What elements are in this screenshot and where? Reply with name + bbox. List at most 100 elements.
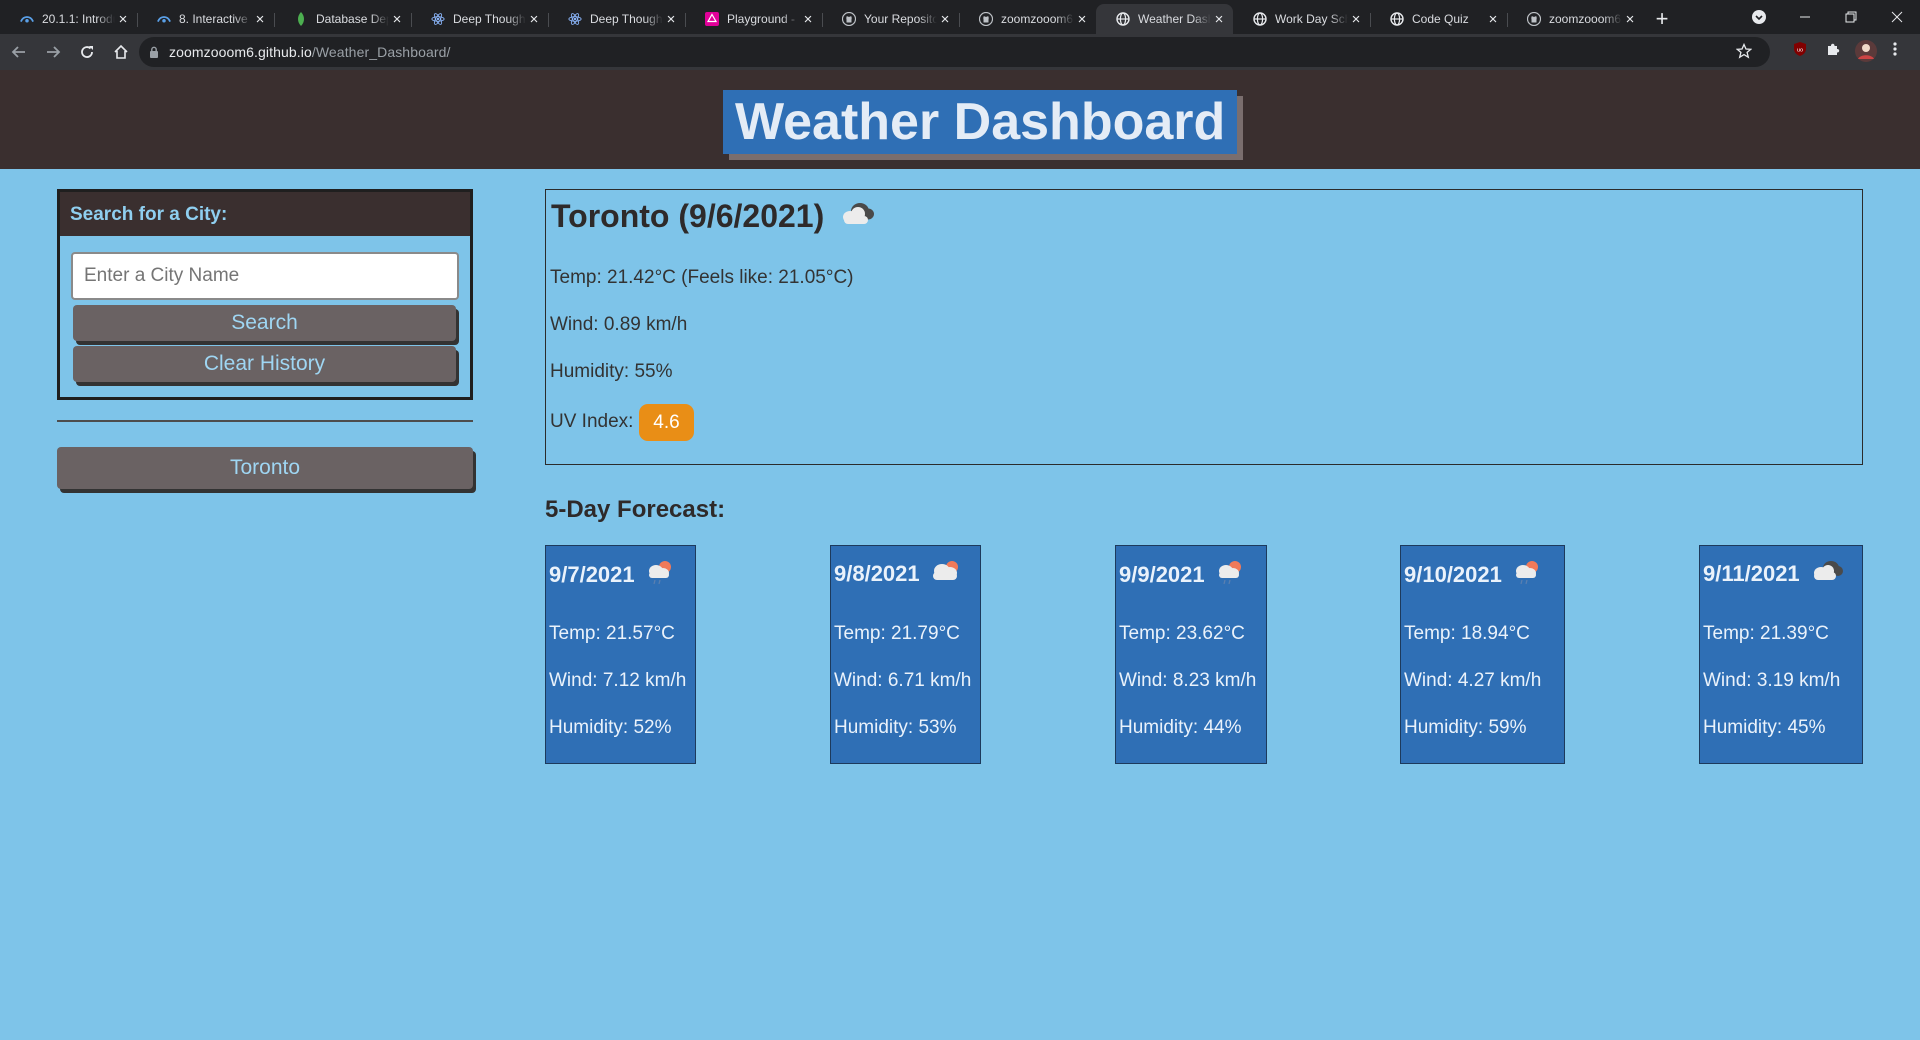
close-icon[interactable]: × — [1211, 11, 1227, 27]
forecast-card: 9/10/2021 Temp: 18.94°C Wind: 4.27 km/h … — [1400, 545, 1565, 764]
search-button[interactable]: Search — [73, 305, 456, 341]
browser-tab[interactable]: Code Quiz × — [1370, 4, 1507, 34]
avatar[interactable] — [1854, 39, 1878, 63]
forecast-wind: Wind: 8.23 km/h — [1119, 670, 1257, 691]
tab-title: Database Deployment — [316, 12, 389, 26]
forecast-temp: Temp: 21.57°C — [549, 623, 675, 644]
url-host: zoomzooom6.github.io — [169, 44, 312, 60]
new-tab-button[interactable]: + — [1644, 4, 1680, 34]
browser-tab[interactable]: 20.1.1: Introduction × — [0, 4, 137, 34]
forecast-temp: Temp: 23.62°C — [1119, 623, 1245, 644]
forecast-wind: Wind: 6.71 km/h — [834, 670, 972, 691]
forecast-date-row: 9/10/2021 — [1404, 559, 1542, 591]
uv-index-badge: 4.6 — [639, 404, 694, 441]
forecast-temp: Temp: 21.39°C — [1703, 623, 1829, 644]
tab-title: zoomzooom6 — [1001, 12, 1074, 26]
extensions-puzzle-icon[interactable] — [1825, 41, 1841, 57]
browser-tab[interactable]: Deep Thoughts × — [548, 4, 685, 34]
forecast-humidity: Humidity: 44% — [1119, 717, 1242, 738]
forecast-date-row: 9/9/2021 — [1119, 559, 1245, 591]
browser-tab[interactable]: Database Deployment × — [274, 4, 411, 34]
forecast-temp: Temp: 18.94°C — [1404, 623, 1530, 644]
current-humidity: Humidity: 55% — [550, 361, 673, 382]
address-url: zoomzooom6.github.io/Weather_Dashboard/ — [169, 44, 451, 60]
forecast-date: 9/7/2021 — [549, 562, 635, 587]
current-wind: Wind: 0.89 km/h — [550, 314, 688, 335]
forecast-date: 9/9/2021 — [1119, 562, 1205, 587]
forecast-card: 9/8/2021 Temp: 21.79°C Wind: 6.71 km/h H… — [830, 545, 981, 764]
uv-index-label: UV Index: — [550, 411, 634, 432]
close-icon[interactable]: × — [115, 11, 131, 27]
forecast-temp: Temp: 21.79°C — [834, 623, 960, 644]
close-icon[interactable]: × — [1485, 11, 1501, 27]
ublock-extension-icon[interactable]: uo — [1792, 41, 1808, 57]
current-city-date: Toronto (9/6/2021) — [551, 198, 825, 234]
forecast-card: 9/9/2021 Temp: 23.62°C Wind: 8.23 km/h H… — [1115, 545, 1267, 764]
github-icon — [979, 12, 993, 26]
window-close-icon[interactable] — [1874, 0, 1920, 34]
globe-icon — [1390, 12, 1404, 26]
cloud-icon — [838, 198, 876, 235]
city-search-input[interactable] — [71, 252, 459, 300]
browser-tab-active[interactable]: Weather Dashboard × — [1096, 4, 1233, 34]
browser-tab[interactable]: Work Day Scheduler × — [1233, 4, 1370, 34]
forecast-card: 9/11/2021 Temp: 21.39°C Wind: 3.19 km/h … — [1699, 545, 1863, 764]
browser-toolbar: zoomzooom6.github.io/Weather_Dashboard/ … — [0, 34, 1920, 70]
forecast-wind: Wind: 4.27 km/h — [1404, 670, 1542, 691]
tab-title: Weather Dashboard — [1138, 12, 1211, 26]
close-icon[interactable]: × — [1622, 11, 1638, 27]
tab-title: Your Repositories — [864, 12, 937, 26]
close-icon[interactable]: × — [1074, 11, 1090, 27]
forecast-date-row: 9/8/2021 — [834, 559, 962, 589]
close-icon[interactable]: × — [252, 11, 268, 27]
site-header: Weather Dashboard — [0, 70, 1920, 169]
bookmark-star-icon[interactable] — [1735, 42, 1753, 64]
browser-tab[interactable]: zoomzooom6 × — [959, 4, 1096, 34]
bootcamp-icon — [157, 12, 171, 26]
close-icon[interactable]: × — [800, 11, 816, 27]
sun-cloud-icon — [930, 559, 962, 589]
browser-tab-strip: 20.1.1: Introduction × 8. Interactive Re… — [0, 0, 1920, 34]
home-icon[interactable] — [106, 38, 136, 66]
github-icon — [1527, 12, 1541, 26]
browser-tab[interactable]: Your Repositories × — [822, 4, 959, 34]
tab-title: Code Quiz — [1412, 12, 1469, 26]
tab-title: Deep Thoughts — [453, 12, 526, 26]
react-icon — [431, 12, 445, 26]
globe-icon — [1116, 12, 1130, 26]
forecast-date-row: 9/11/2021 — [1703, 559, 1844, 589]
rain-sun-icon — [645, 559, 675, 591]
tab-title: 20.1.1: Introduction — [42, 12, 115, 26]
restore-icon[interactable] — [1828, 0, 1874, 34]
back-arrow-icon[interactable] — [4, 38, 34, 66]
browser-menu-icon[interactable] — [1892, 41, 1898, 57]
forward-arrow-icon[interactable] — [38, 38, 68, 66]
reload-icon[interactable] — [72, 38, 102, 66]
close-icon[interactable]: × — [389, 11, 405, 27]
browser-tab[interactable]: 8. Interactive Reactivity × — [137, 4, 274, 34]
close-icon[interactable]: × — [526, 11, 542, 27]
browser-tab[interactable]: Deep Thoughts × — [411, 4, 548, 34]
forecast-wind: Wind: 7.12 km/h — [549, 670, 687, 691]
forecast-date: 9/10/2021 — [1404, 562, 1502, 587]
tab-title: Playground - — [727, 12, 796, 26]
bootcamp-icon — [20, 12, 34, 26]
history-city-button[interactable]: Toronto — [57, 447, 473, 489]
address-bar[interactable]: zoomzooom6.github.io/Weather_Dashboard/ — [139, 37, 1770, 67]
tab-title: Deep Thoughts — [590, 12, 663, 26]
forecast-date: 9/11/2021 — [1703, 561, 1800, 586]
forecast-card: 9/7/2021 Temp: 21.57°C Wind: 7.12 km/h H… — [545, 545, 696, 764]
profile-menu-icon[interactable] — [1736, 0, 1782, 34]
close-icon[interactable]: × — [937, 11, 953, 27]
browser-tab[interactable]: zoomzooom6 × — [1507, 4, 1644, 34]
clear-history-button[interactable]: Clear History — [73, 346, 456, 382]
forecast-humidity: Humidity: 45% — [1703, 717, 1826, 738]
city-search-panel: Search for a City: Search Clear History — [57, 189, 473, 400]
minimize-icon[interactable] — [1782, 0, 1828, 34]
close-icon[interactable]: × — [663, 11, 679, 27]
close-icon[interactable]: × — [1348, 11, 1364, 27]
lock-icon[interactable] — [139, 46, 169, 58]
current-temp: Temp: 21.42°C (Feels like: 21.05°C) — [550, 267, 854, 288]
url-path: /Weather_Dashboard/ — [311, 44, 451, 60]
browser-tab[interactable]: Playground - × — [685, 4, 822, 34]
